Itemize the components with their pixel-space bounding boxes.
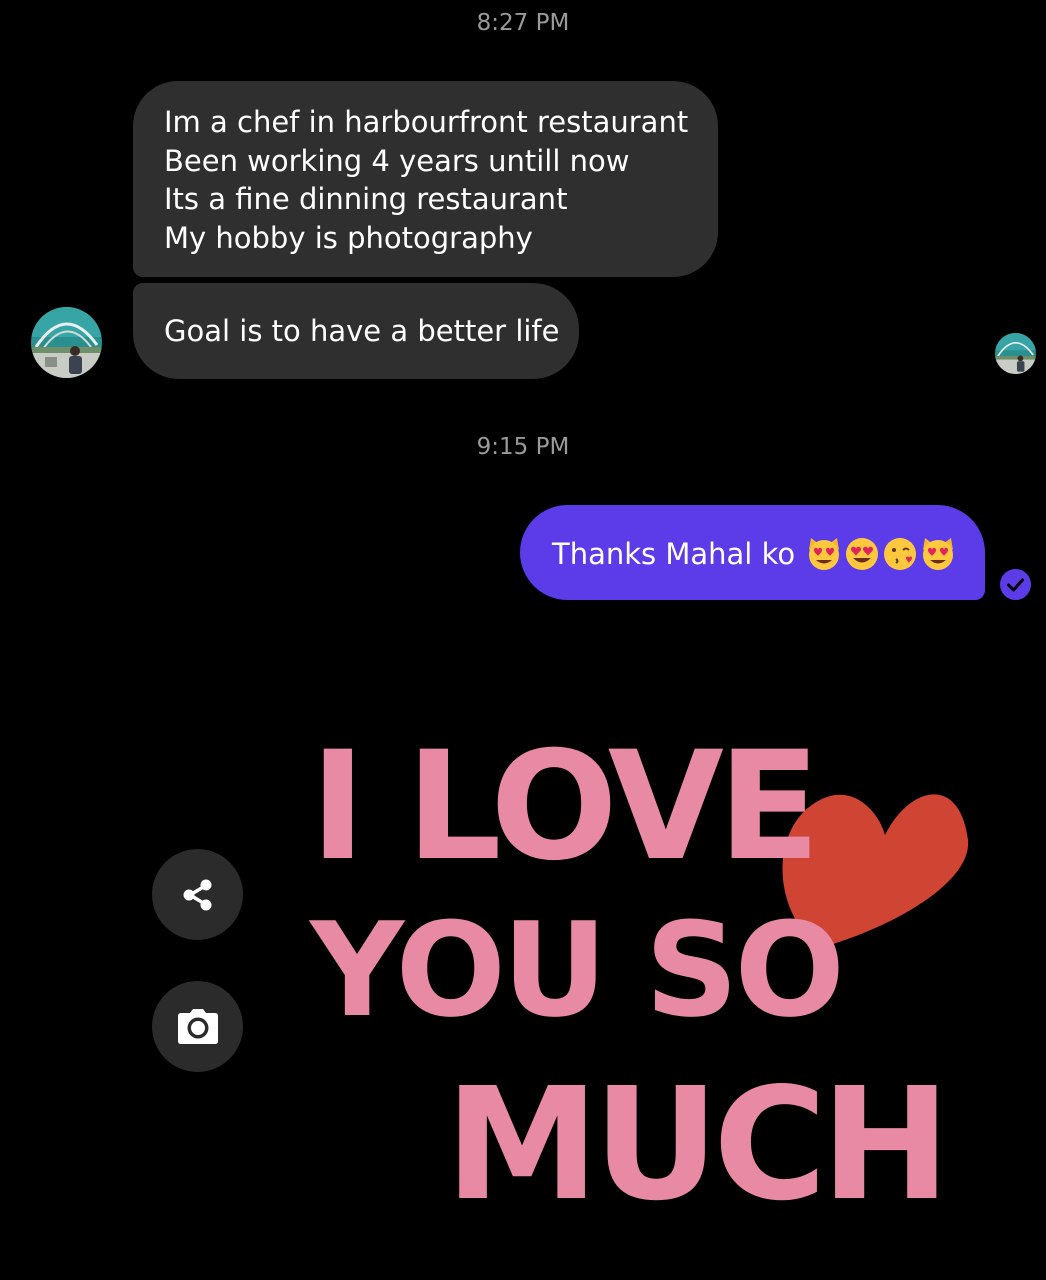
avatar-photo [995,333,1036,374]
camera-icon [177,1008,218,1044]
message-line: Its a fine dinning restaurant [164,182,568,217]
sent-check-icon [1000,569,1031,600]
avatar-photo [31,307,102,378]
message-text: Goal is to have a better life [164,314,560,348]
smiling-face-heart-eyes-icon [846,538,878,570]
love-sticker[interactable]: I LOVE YOU SO MUCH [300,720,980,1235]
smiling-cat-heart-eyes-icon [923,538,953,570]
message-line: Im a chef in harbourfront restaurant [164,105,689,139]
face-blowing-kiss-icon [884,538,916,570]
share-icon [183,879,211,910]
camera-button[interactable] [152,981,243,1072]
message-text: Thanks Mahal ko [552,537,796,571]
message-line: My hobby is photography [164,220,533,255]
share-button[interactable] [152,849,243,940]
timestamp: 8:27 PM [476,10,570,36]
read-receipt-avatar [995,333,1036,374]
contact-avatar[interactable] [31,307,102,378]
timestamp: 9:15 PM [476,434,570,460]
incoming-message-bubble[interactable]: Im a chef in harbourfront restaurant Bee… [133,81,718,277]
sticker-line-1: I LOVE [310,730,814,894]
sticker-line-2: YOU SO [308,894,841,1046]
sticker-line-3: MUCH [445,1054,945,1220]
message-line: Been working 4 years untill now [164,143,630,178]
incoming-message-bubble[interactable]: Goal is to have a better life [133,283,579,379]
smiling-cat-heart-eyes-icon [809,538,839,570]
